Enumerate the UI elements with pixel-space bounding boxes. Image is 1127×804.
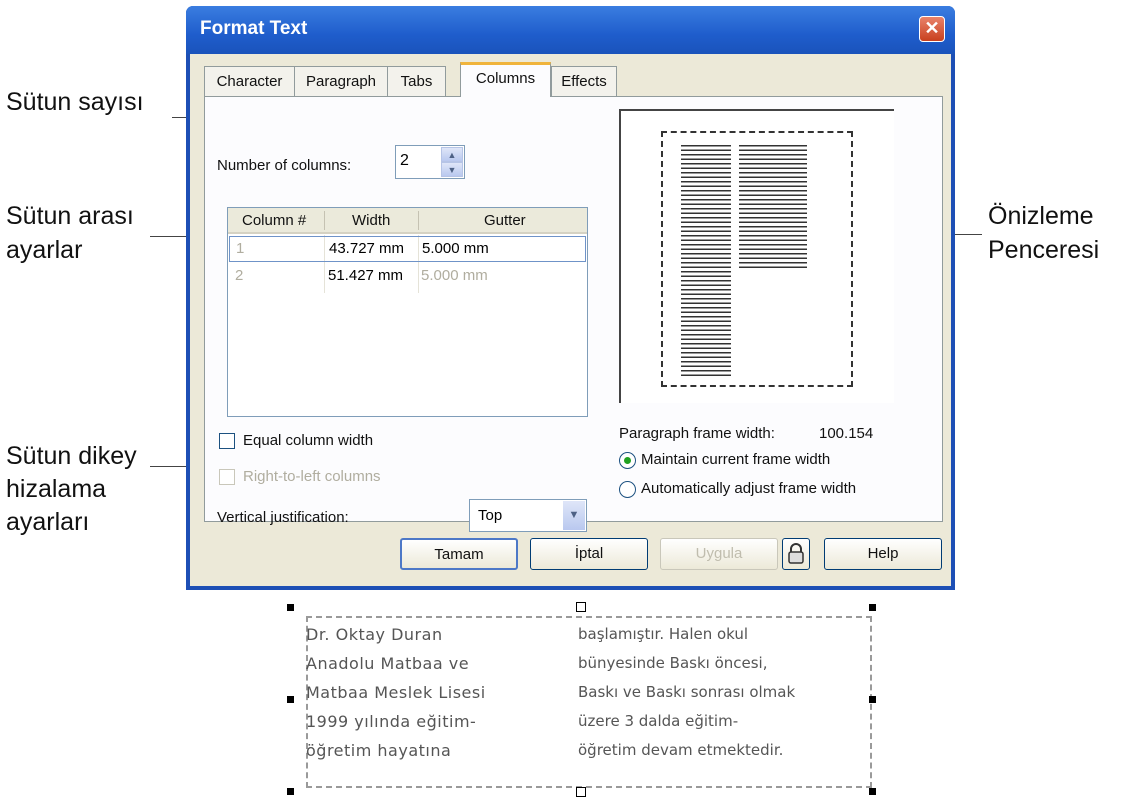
right-to-left-checkbox bbox=[219, 469, 235, 485]
number-of-columns-value[interactable]: 2 bbox=[400, 152, 409, 170]
selection-handle[interactable] bbox=[869, 788, 876, 795]
annotation-preview-1: Önizleme bbox=[988, 202, 1094, 230]
maintain-width-radio[interactable] bbox=[619, 452, 636, 469]
cancel-button[interactable]: İptal bbox=[530, 538, 648, 570]
number-of-columns-label: Number of columns: bbox=[217, 157, 352, 174]
auto-adjust-radio[interactable] bbox=[619, 481, 636, 498]
tab-columns[interactable]: Columns bbox=[460, 62, 551, 97]
table-row[interactable]: 1 43.727 mm 5.000 mm bbox=[229, 236, 586, 262]
maintain-width-label[interactable]: Maintain current frame width bbox=[641, 451, 830, 468]
sample-line: Dr. Oktay Duran bbox=[306, 625, 443, 644]
tab-effects[interactable]: Effects bbox=[551, 66, 617, 96]
tab-tabs[interactable]: Tabs bbox=[387, 66, 446, 96]
sample-line: Matbaa Meslek Lisesi bbox=[306, 683, 486, 702]
annotation-vertical-3: ayarları bbox=[6, 508, 90, 536]
equal-column-width-label[interactable]: Equal column width bbox=[243, 432, 373, 449]
right-to-left-label: Right-to-left columns bbox=[243, 468, 381, 485]
auto-adjust-label[interactable]: Automatically adjust frame width bbox=[641, 480, 856, 497]
preview-column-1 bbox=[681, 145, 731, 379]
paragraph-frame-width-label: Paragraph frame width: bbox=[619, 425, 775, 442]
sample-line: öğretim hayatına bbox=[306, 741, 452, 760]
row-gutter: 5.000 mm bbox=[421, 267, 488, 284]
selection-handle[interactable] bbox=[869, 604, 876, 611]
title-bar[interactable]: Format Text ✕ bbox=[186, 6, 955, 54]
equal-column-width-checkbox[interactable] bbox=[219, 433, 235, 449]
header-column-num[interactable]: Column # bbox=[242, 212, 306, 229]
selection-handle[interactable] bbox=[287, 788, 294, 795]
spin-down-icon[interactable]: ▼ bbox=[441, 162, 463, 177]
sample-line: Baskı ve Baskı sonrası olmak bbox=[578, 683, 796, 701]
sample-line: üzere 3 dalda eğitim- bbox=[578, 712, 739, 730]
header-divider bbox=[418, 211, 419, 230]
close-icon: ✕ bbox=[924, 18, 940, 38]
header-gutter[interactable]: Gutter bbox=[484, 212, 526, 229]
ok-button[interactable]: Tamam bbox=[400, 538, 518, 570]
dialog-client: Character Paragraph Tabs Columns Effects… bbox=[190, 54, 951, 586]
vertical-justification-select[interactable]: Top ▼ bbox=[469, 499, 587, 532]
row-gutter[interactable]: 5.000 mm bbox=[422, 240, 489, 257]
preview-window bbox=[619, 109, 894, 403]
selection-handle[interactable] bbox=[576, 602, 586, 612]
vertical-justification-label: Vertical justification: bbox=[217, 509, 349, 526]
row-width[interactable]: 43.727 mm bbox=[329, 240, 404, 257]
annotation-column-count: Sütun sayısı bbox=[6, 88, 144, 116]
dialog-title: Format Text bbox=[200, 18, 308, 39]
columns-table: Column # Width Gutter 1 43.727 mm 5.000 … bbox=[227, 207, 588, 417]
selection-handle[interactable] bbox=[287, 696, 294, 703]
row-num: 2 bbox=[235, 267, 244, 284]
format-text-dialog: Format Text ✕ Character Paragraph Tabs C… bbox=[186, 6, 955, 590]
lock-button[interactable] bbox=[782, 538, 810, 570]
columns-panel: Number of columns: 2 ▲ ▼ Column # Width … bbox=[204, 96, 943, 532]
annotation-column-spacing-1: Sütun arası bbox=[6, 202, 134, 230]
sample-line: 1999 yılında eğitim- bbox=[306, 712, 477, 731]
preview-frame bbox=[661, 131, 853, 387]
paragraph-frame-width-value: 100.154 bbox=[819, 425, 874, 442]
sample-column-2: başlamıştır. Halen okul bünyesinde Baskı… bbox=[578, 620, 795, 765]
table-row[interactable]: 2 51.427 mm 5.000 mm bbox=[229, 264, 586, 290]
row-width[interactable]: 51.427 mm bbox=[328, 267, 403, 284]
row-num: 1 bbox=[236, 240, 245, 257]
annotation-column-spacing-2: ayarlar bbox=[6, 236, 83, 264]
close-button[interactable]: ✕ bbox=[919, 16, 945, 42]
selection-handle[interactable] bbox=[287, 604, 294, 611]
number-of-columns-stepper[interactable]: 2 ▲ ▼ bbox=[395, 145, 465, 179]
sample-line: Anadolu Matbaa ve bbox=[306, 654, 470, 673]
selection-handle[interactable] bbox=[576, 787, 586, 797]
preview-column-2 bbox=[739, 145, 807, 269]
sample-line: başlamıştır. Halen okul bbox=[578, 625, 749, 643]
vertical-justification-value: Top bbox=[478, 507, 503, 524]
apply-button: Uygula bbox=[660, 538, 778, 570]
annotation-vertical-1: Sütun dikey bbox=[6, 442, 137, 470]
selection-handle[interactable] bbox=[869, 696, 876, 703]
chevron-down-icon[interactable]: ▼ bbox=[563, 501, 585, 530]
annotation-preview-2: Penceresi bbox=[988, 236, 1100, 264]
tab-paragraph[interactable]: Paragraph bbox=[294, 66, 388, 96]
header-divider bbox=[324, 211, 325, 230]
sample-line: öğretim devam etmektedir. bbox=[578, 741, 784, 759]
header-width[interactable]: Width bbox=[352, 212, 390, 229]
sample-column-1: Dr. Oktay Duran Anadolu Matbaa ve Matbaa… bbox=[306, 620, 486, 765]
annotation-vertical-2: hizalama bbox=[6, 475, 107, 503]
sample-line: bünyesinde Baskı öncesi, bbox=[578, 654, 768, 672]
tab-character[interactable]: Character bbox=[204, 66, 295, 96]
help-button[interactable]: Help bbox=[824, 538, 942, 570]
lock-icon bbox=[788, 543, 804, 564]
table-header: Column # Width Gutter bbox=[228, 208, 587, 234]
spin-up-icon[interactable]: ▲ bbox=[441, 147, 463, 162]
radio-selected-dot bbox=[624, 457, 631, 464]
